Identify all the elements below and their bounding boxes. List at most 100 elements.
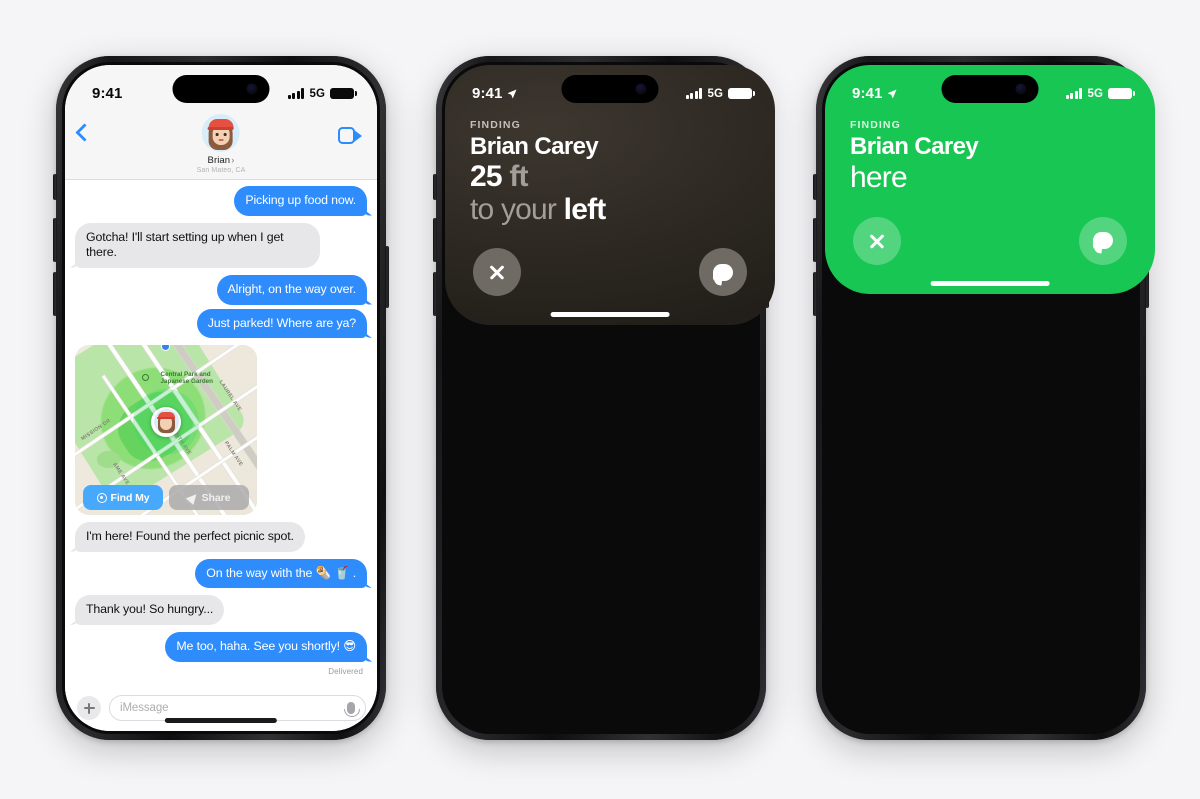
message-input-bar: iMessage xyxy=(65,685,377,731)
message-button[interactable] xyxy=(699,248,747,296)
close-button[interactable] xyxy=(853,216,901,265)
distance-value: 25 xyxy=(470,160,503,193)
volume-down-button[interactable] xyxy=(433,272,437,316)
contact-name: Brian› xyxy=(208,155,235,166)
distance-unit: ft xyxy=(509,160,528,193)
dynamic-island xyxy=(561,75,659,103)
video-camera-icon[interactable] xyxy=(338,127,362,144)
message-row: Just parked! Where are ya? xyxy=(75,308,367,339)
contact-info[interactable]: Brian› San Mateo, CA xyxy=(197,114,246,174)
findmy-target-icon xyxy=(96,492,107,503)
message-row: I'm here! Found the perfect picnic spot. xyxy=(75,522,367,552)
cellular-bars-icon xyxy=(685,88,703,99)
close-button[interactable] xyxy=(473,248,521,296)
dynamic-island xyxy=(941,75,1039,103)
status-time: 9:41 xyxy=(852,85,883,102)
park-label-line1: Central Park and xyxy=(160,370,211,378)
finding-person-name: Brian Carey xyxy=(850,133,979,160)
volume-up-button[interactable] xyxy=(813,218,817,262)
status-time-group: 9:41 xyxy=(852,85,898,102)
screenshot-stage: 9:41 5G Brian› San Mateo, CA Picking up … xyxy=(0,0,1200,799)
volume-up-button[interactable] xyxy=(433,218,437,262)
status-indicators: 5G xyxy=(287,87,357,100)
power-button[interactable] xyxy=(385,246,389,308)
close-x-icon xyxy=(488,263,506,281)
message-bubble-icon xyxy=(713,263,733,281)
cellular-bars-icon xyxy=(1065,88,1083,99)
phone-messages: 9:41 5G Brian› San Mateo, CA Picking up … xyxy=(53,56,389,740)
message-row-map: Central Park and Japanese Garden MISSION… xyxy=(75,345,367,516)
front-camera-icon xyxy=(1015,83,1027,95)
silent-switch[interactable] xyxy=(813,174,817,200)
arrived-label: here xyxy=(850,161,908,194)
memoji-avatar xyxy=(202,114,240,152)
battery-full-icon xyxy=(1108,87,1135,100)
park-label-line2: Japanese Garden xyxy=(160,377,214,385)
contact-name-text: Brian xyxy=(207,155,231,166)
battery-full-icon xyxy=(330,87,357,100)
network-label: 5G xyxy=(707,87,723,100)
home-indicator[interactable] xyxy=(164,718,278,723)
contact-chevron-icon: › xyxy=(231,155,235,166)
message-row: On the way with the 🌯 🥤 . xyxy=(75,558,367,589)
message-bubble-outgoing[interactable]: Me too, haha. See you shortly! 😎 xyxy=(165,632,367,662)
location-arrow-icon xyxy=(887,89,897,98)
front-camera-icon xyxy=(246,83,258,95)
message-bubble-incoming[interactable]: I'm here! Found the perfect picnic spot. xyxy=(75,522,305,552)
dynamic-island xyxy=(172,75,270,103)
map-park-label: Central Park and Japanese Garden xyxy=(161,371,214,385)
silent-switch[interactable] xyxy=(433,174,437,200)
home-indicator[interactable] xyxy=(550,312,670,317)
contact-location: San Mateo, CA xyxy=(196,166,246,174)
microphone-icon[interactable] xyxy=(344,702,360,717)
direction-line: to your left xyxy=(470,193,775,228)
message-bubble-incoming[interactable]: Thank you! So hungry... xyxy=(75,595,225,625)
phone-precision-finding: 9:41 5G FINDING Brian Carey 25 ft to you… xyxy=(433,56,775,740)
distance-readout: 25 ft to your left xyxy=(445,161,775,239)
plus-icon[interactable] xyxy=(77,696,101,720)
phone-arrived: 9:41 5G FINDING Brian Carey here xyxy=(813,56,1155,740)
blue-location-dot xyxy=(160,345,170,351)
message-row: Thank you! So hungry... xyxy=(75,595,367,625)
map-action-buttons: Find My Share xyxy=(83,485,249,511)
share-button[interactable]: Share xyxy=(169,485,249,511)
silent-switch[interactable] xyxy=(53,174,57,200)
message-bubble-outgoing[interactable]: On the way with the 🌯 🥤 . xyxy=(195,558,367,589)
volume-down-button[interactable] xyxy=(53,272,57,316)
chevron-left-icon[interactable] xyxy=(75,123,94,142)
location-map-card[interactable]: Central Park and Japanese Garden MISSION… xyxy=(75,345,257,516)
delivery-status: Delivered xyxy=(328,666,363,676)
imessage-placeholder: iMessage xyxy=(120,702,169,714)
find-my-button[interactable]: Find My xyxy=(83,485,163,511)
direction-word: left xyxy=(563,192,607,226)
memoji-avatar xyxy=(153,409,179,435)
message-bubble-outgoing[interactable]: Picking up food now. xyxy=(234,186,367,216)
network-label: 5G xyxy=(1087,87,1103,100)
message-button[interactable] xyxy=(1079,216,1127,265)
arrived-screen: 9:41 5G FINDING Brian Carey here xyxy=(825,65,1155,294)
message-thread: Picking up food now. Gotcha! I'll start … xyxy=(65,180,377,685)
distance-line: 25 ft xyxy=(470,161,775,193)
front-camera-icon xyxy=(635,83,647,95)
status-time: 9:41 xyxy=(92,85,123,102)
find-my-label: Find My xyxy=(110,491,150,504)
messages-screen: 9:41 5G Brian› San Mateo, CA Picking up … xyxy=(65,65,377,731)
battery-full-icon xyxy=(728,87,755,100)
volume-up-button[interactable] xyxy=(53,218,57,262)
home-indicator[interactable] xyxy=(930,280,1050,286)
share-arrow-icon xyxy=(185,490,200,505)
memoji-avatar-pin xyxy=(151,406,181,437)
status-time-group: 9:41 xyxy=(472,85,518,102)
message-bubble-outgoing[interactable]: Just parked! Where are ya? xyxy=(196,308,367,339)
finding-eyebrow: FINDING xyxy=(470,119,521,131)
volume-down-button[interactable] xyxy=(813,272,817,316)
network-label: 5G xyxy=(309,87,325,100)
message-bubble-incoming[interactable]: Gotcha! I'll start setting up when I get… xyxy=(75,222,321,268)
location-arrow-icon xyxy=(507,89,517,98)
arrived-line: here xyxy=(850,161,1155,196)
message-row: Gotcha! I'll start setting up when I get… xyxy=(75,222,367,268)
message-bubble-outgoing[interactable]: Alright, on the way over. xyxy=(216,274,367,305)
direction-prefix: to your xyxy=(470,192,557,226)
arrived-readout: here xyxy=(825,161,1155,208)
share-label: Share xyxy=(201,491,231,504)
